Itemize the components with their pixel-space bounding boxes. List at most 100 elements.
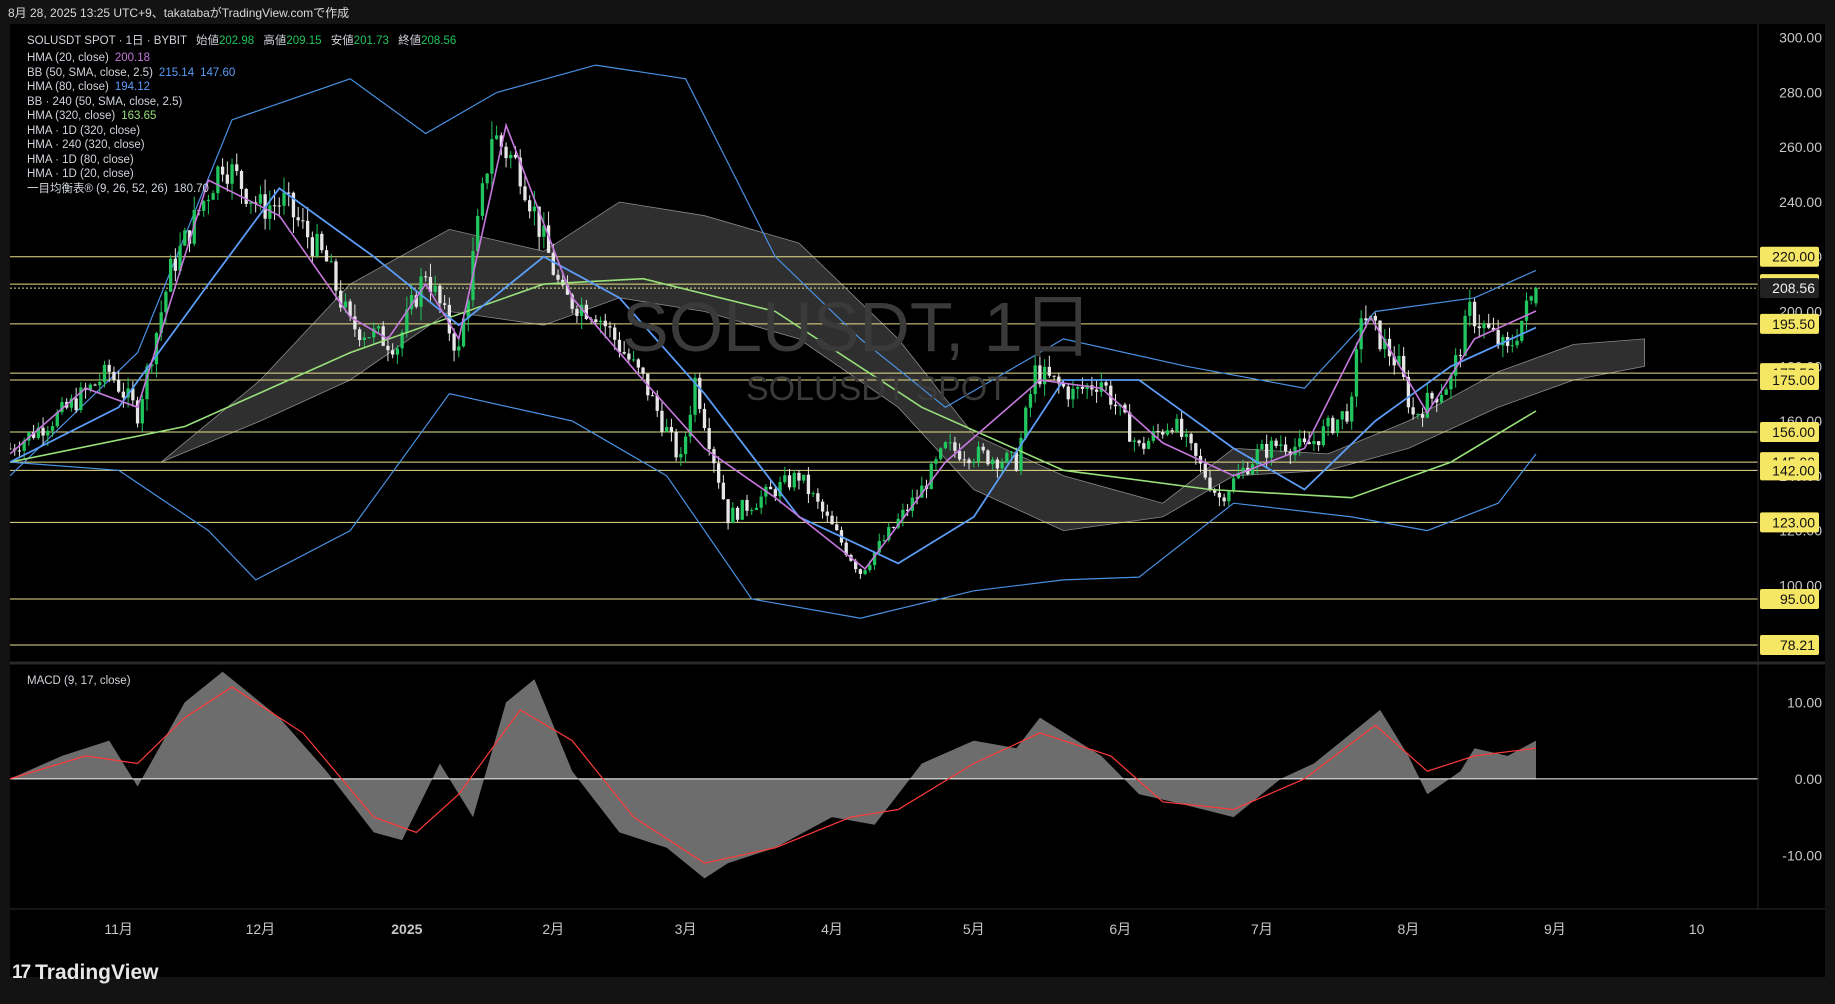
candle-body [868, 565, 872, 571]
candle-body [957, 450, 962, 460]
candle-body [1496, 330, 1500, 346]
candle-body [1033, 365, 1037, 395]
candle-body [1227, 491, 1231, 502]
low-value: 201.73 [353, 35, 389, 47]
level-badge[interactable]: 156.00 [1760, 421, 1819, 442]
indicator-legend-item[interactable]: 一目均衡表® (9, 26, 52, 26) 180.70 [27, 181, 209, 198]
candle-body [976, 446, 981, 462]
candle-body [164, 291, 168, 313]
candle-body [509, 154, 513, 159]
candle-body [1005, 452, 1009, 463]
candle-body [1364, 318, 1368, 321]
watermark-title: SOLUSDT, 1日 [622, 288, 1093, 366]
candle-body [1416, 414, 1420, 416]
candle-body [102, 364, 107, 383]
candle-body [121, 391, 126, 398]
candle-body [1113, 404, 1118, 407]
candle-body [1430, 392, 1434, 399]
candle-body [1468, 301, 1472, 316]
candle-body [1047, 366, 1052, 376]
candle-body [1165, 430, 1170, 435]
level-badge[interactable]: 175.00 [1760, 369, 1819, 390]
candle-body [1184, 433, 1189, 437]
candle-body [239, 170, 244, 189]
candle-body [93, 384, 97, 386]
level-badge-label: 78.21 [1780, 637, 1815, 653]
candle-body [395, 348, 400, 355]
candle-body [683, 436, 688, 455]
candle-body [575, 308, 579, 316]
candle-body [183, 230, 187, 246]
chart-svg[interactable]: 100.00120.00140.00160.00180.00200.00220.… [10, 24, 1825, 977]
candle-body [806, 474, 811, 494]
candle-body [660, 410, 664, 432]
candle-body [1231, 478, 1236, 492]
candle-body [1345, 411, 1349, 422]
candle-body [986, 450, 990, 465]
candle-body [225, 174, 229, 184]
candle-body [107, 364, 111, 372]
candle-body [1510, 345, 1514, 347]
candle-body [750, 509, 754, 511]
level-badge[interactable]: 195.50 [1760, 313, 1819, 334]
candle-body [1463, 315, 1467, 356]
level-badge[interactable]: 95.00 [1760, 589, 1819, 610]
candle-body [967, 459, 971, 464]
level-badge-label: 142.00 [1772, 462, 1815, 478]
candle-body [1477, 326, 1481, 329]
time-axis-label: 3月 [675, 921, 697, 937]
candle-body [480, 183, 485, 216]
candle-body [1175, 418, 1179, 432]
candle-body [296, 217, 300, 221]
candle-body [532, 206, 537, 212]
candle-body [457, 346, 461, 351]
symbol-legend[interactable]: SOLUSDT SPOT · 1日 · BYBIT 始値202.98 高値209… [27, 33, 456, 50]
candle-body [1000, 462, 1004, 469]
candle-body [343, 301, 348, 308]
level-badge-label: 195.50 [1772, 316, 1815, 332]
macd-legend[interactable]: MACD (9, 17, close) [27, 673, 131, 690]
candle-body [863, 570, 867, 574]
high-value: 209.15 [286, 35, 322, 47]
time-axis-label: 6月 [1109, 921, 1131, 937]
candle-body [858, 569, 863, 574]
candle-body [934, 459, 938, 464]
candle-body [513, 154, 518, 158]
price-axis-tick: 260.00 [1779, 139, 1822, 155]
chart-frame[interactable]: 100.00120.00140.00160.00180.00200.00220.… [10, 24, 1825, 977]
level-badge[interactable]: 220.00 [1760, 246, 1819, 267]
candle-body [334, 261, 338, 291]
candle-body [995, 459, 1000, 469]
candle-body [305, 220, 310, 238]
candle-body [1161, 431, 1165, 435]
candle-body [206, 199, 211, 202]
candle-body [948, 442, 952, 444]
candle-body [556, 274, 560, 280]
candle-body [494, 135, 499, 140]
low-label: 安値 [330, 35, 354, 47]
candle-body [1529, 296, 1533, 301]
candle-body [173, 258, 178, 271]
watermark-subtitle: SOLUSDT SPOT [746, 370, 1008, 408]
tradingview-footer[interactable]: 17 TradingView [12, 961, 158, 985]
candle-body [504, 146, 508, 159]
candle-body [665, 427, 669, 432]
candle-body [1321, 426, 1326, 446]
candle-body [1028, 394, 1033, 408]
candle-body [202, 201, 206, 211]
symbol-title: SOLUSDT SPOT · 1日 · BYBIT [27, 35, 187, 47]
level-badge[interactable]: 78.21 [1760, 634, 1819, 655]
candle-body [1128, 412, 1132, 442]
candle-body [117, 379, 121, 392]
indicator-label: HMA (80, close) [27, 81, 109, 93]
indicator-label: 一目均衡表® (9, 26, 52, 26) [27, 182, 168, 195]
level-badge-label: 156.00 [1772, 424, 1815, 440]
candle-body [1534, 288, 1538, 304]
candle-body [981, 446, 985, 451]
level-badge[interactable]: 208.56 [1760, 278, 1819, 299]
candle-body [679, 454, 683, 458]
candle-body [1411, 407, 1415, 415]
level-badge[interactable]: 142.00 [1760, 460, 1819, 481]
level-badge[interactable]: 123.00 [1760, 512, 1819, 533]
chart-header: 8月 28, 2025 13:25 UTC+9、takatabaがTrading… [8, 6, 350, 20]
